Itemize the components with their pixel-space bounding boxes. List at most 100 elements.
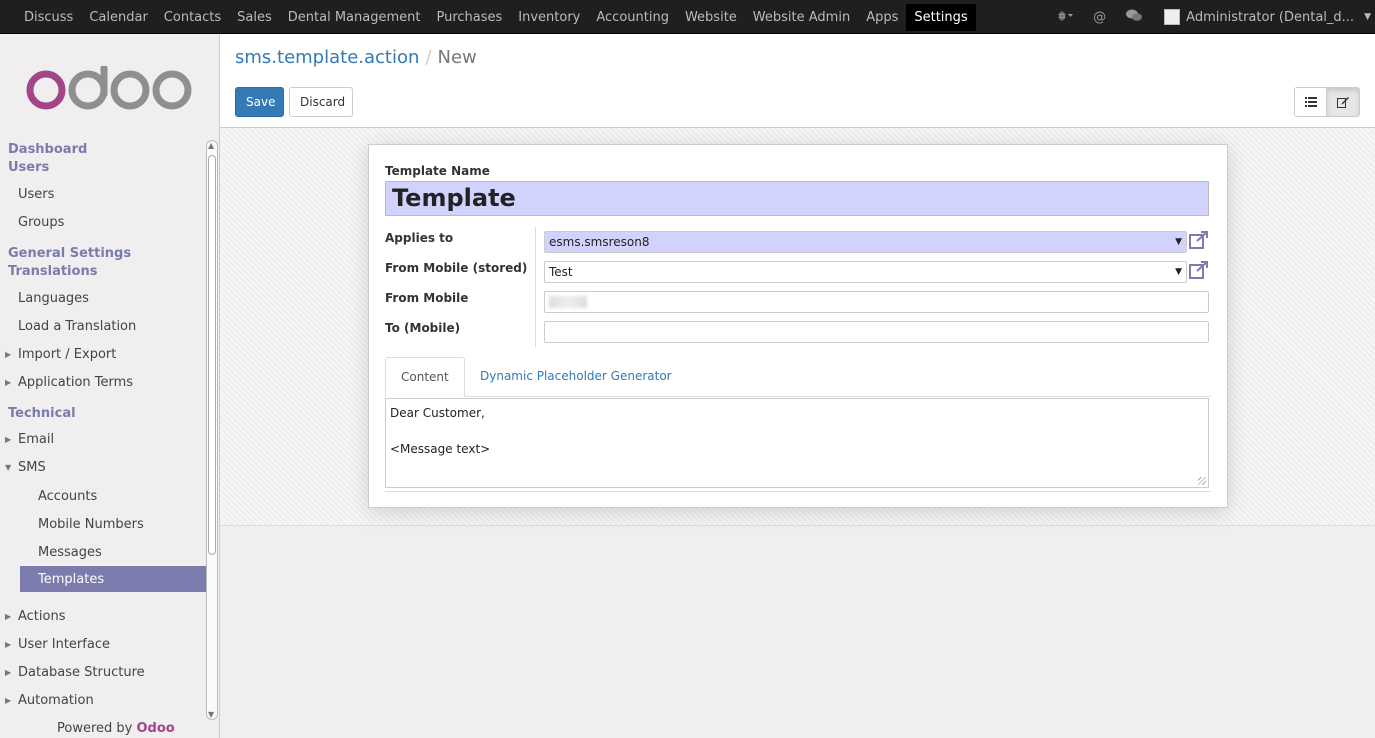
sidebar-item-mobile-numbers[interactable]: Mobile Numbers xyxy=(38,517,144,532)
powered-by-brand[interactable]: Odoo xyxy=(137,721,175,736)
from-mobile-label: From Mobile xyxy=(385,291,469,305)
content-line: Dear Customer, xyxy=(390,406,485,420)
systray: @ Administrator (Dental_d... ▼ xyxy=(1047,0,1375,34)
user-avatar[interactable] xyxy=(1164,9,1181,25)
caret-right-icon: ▶ xyxy=(5,350,12,359)
sidebar-head-users[interactable]: Users xyxy=(8,160,49,175)
from-mobile-stored-value: Test xyxy=(549,265,573,279)
menu-dental-management[interactable]: Dental Management xyxy=(280,4,429,31)
sidebar-head-dashboard[interactable]: Dashboard xyxy=(8,142,87,157)
app-menu: Discuss Calendar Contacts Sales Dental M… xyxy=(16,4,976,31)
to-mobile-input[interactable] xyxy=(544,321,1209,343)
sidebar-head-general-settings[interactable]: General Settings xyxy=(8,246,131,261)
sidebar-item-templates[interactable]: Templates xyxy=(20,566,206,592)
scroll-thumb[interactable] xyxy=(208,155,216,555)
menu-sales[interactable]: Sales xyxy=(229,4,280,31)
template-name-input[interactable]: Template xyxy=(385,181,1209,216)
tab-dynamic-placeholder[interactable]: Dynamic Placeholder Generator xyxy=(465,357,687,397)
sidebar-head-technical[interactable]: Technical xyxy=(8,406,76,421)
user-menu[interactable]: Administrator (Dental_d... xyxy=(1186,10,1354,25)
at-icon[interactable]: @ xyxy=(1093,10,1106,25)
caret-right-icon: ▶ xyxy=(5,668,12,677)
sidebar-item-groups[interactable]: Groups xyxy=(18,215,64,230)
caret-right-icon: ▶ xyxy=(5,378,12,387)
sidebar-item-messages[interactable]: Messages xyxy=(38,545,102,560)
menu-apps[interactable]: Apps xyxy=(858,4,906,31)
menu-purchases[interactable]: Purchases xyxy=(428,4,510,31)
dropdown-caret-icon: ▼ xyxy=(1175,237,1182,247)
redacted-value xyxy=(549,296,587,308)
chat-icon[interactable] xyxy=(1126,9,1143,26)
content-line: <Message text> xyxy=(390,442,491,456)
powered-by-label: Powered by xyxy=(57,721,133,736)
to-mobile-label: To (Mobile) xyxy=(385,321,461,335)
sidebar-item-application-terms[interactable]: Application Terms xyxy=(18,375,133,390)
tab-bottom-border xyxy=(385,491,1211,492)
sidebar-item-database-structure[interactable]: Database Structure xyxy=(18,665,145,680)
breadcrumb-link[interactable]: sms.template.action xyxy=(235,47,419,68)
content-line xyxy=(390,422,1204,440)
form-view-button[interactable] xyxy=(1327,87,1360,117)
dropdown-caret-icon: ▼ xyxy=(1175,267,1182,277)
menu-website[interactable]: Website xyxy=(677,4,745,31)
menu-calendar[interactable]: Calendar xyxy=(81,4,155,31)
menu-inventory[interactable]: Inventory xyxy=(510,4,588,31)
edit-icon xyxy=(1337,97,1349,108)
sidebar-item-load-translation[interactable]: Load a Translation xyxy=(18,319,136,334)
menu-discuss[interactable]: Discuss xyxy=(16,4,81,31)
breadcrumb-separator: / xyxy=(425,47,432,68)
menu-accounting[interactable]: Accounting xyxy=(588,4,677,31)
external-link-icon[interactable] xyxy=(1189,261,1209,281)
control-panel: sms.template.action / New Save Discard xyxy=(220,34,1375,128)
from-mobile-input[interactable] xyxy=(544,291,1209,313)
from-mobile-stored-label: From Mobile (stored) xyxy=(385,261,528,275)
list-view-button[interactable] xyxy=(1294,87,1327,117)
breadcrumb-current: New xyxy=(437,47,477,68)
caret-down-icon: ▼ xyxy=(5,463,12,472)
menu-settings[interactable]: Settings xyxy=(906,4,976,31)
bug-icon[interactable] xyxy=(1057,9,1074,25)
external-link-icon[interactable] xyxy=(1189,231,1209,251)
list-icon xyxy=(1304,97,1317,107)
template-name-label: Template Name xyxy=(385,164,490,178)
form-sheet: Template Name Template Applies to esms.s… xyxy=(368,144,1228,508)
caret-right-icon: ▶ xyxy=(5,612,12,621)
applies-to-value: esms.smsreson8 xyxy=(549,235,650,249)
menu-contacts[interactable]: Contacts xyxy=(156,4,229,31)
discard-button[interactable]: Discard xyxy=(289,87,353,117)
applies-to-label: Applies to xyxy=(385,231,454,245)
menu-website-admin[interactable]: Website Admin xyxy=(745,4,858,31)
notebook-tabs: Content Dynamic Placeholder Generator xyxy=(385,357,1211,397)
view-switcher xyxy=(1294,87,1360,117)
sidebar-item-actions[interactable]: Actions xyxy=(18,609,66,624)
from-mobile-stored-select[interactable]: Test ▼ xyxy=(544,261,1187,283)
sidebar-head-translations[interactable]: Translations xyxy=(8,264,97,279)
sidebar-item-languages[interactable]: Languages xyxy=(18,291,89,306)
content-textarea[interactable]: Dear Customer, <Message text> xyxy=(385,398,1209,488)
chevron-down-icon: ▼ xyxy=(1364,12,1371,22)
resize-handle[interactable] xyxy=(1198,477,1206,485)
sidebar-item-automation[interactable]: Automation xyxy=(18,693,94,708)
caret-right-icon: ▶ xyxy=(5,696,12,705)
odoo-logo[interactable] xyxy=(26,64,192,114)
powered-by: Powered by Odoo xyxy=(57,721,175,736)
save-button[interactable]: Save xyxy=(235,87,284,117)
sidebar-item-accounts[interactable]: Accounts xyxy=(38,489,97,504)
tab-content[interactable]: Content xyxy=(385,357,465,397)
top-navbar: Discuss Calendar Contacts Sales Dental M… xyxy=(0,0,1375,34)
sidebar-item-label: Templates xyxy=(38,572,105,587)
applies-to-select[interactable]: esms.smsreson8 ▼ xyxy=(544,231,1187,253)
breadcrumb: sms.template.action / New xyxy=(235,47,477,68)
sidebar-item-import-export[interactable]: Import / Export xyxy=(18,347,116,362)
sidebar-item-users[interactable]: Users xyxy=(18,187,54,202)
field-divider xyxy=(535,227,536,347)
caret-right-icon: ▶ xyxy=(5,640,12,649)
sidebar-item-sms[interactable]: SMS xyxy=(18,460,46,475)
scroll-down-icon[interactable]: ▼ xyxy=(208,710,214,719)
sidebar-item-email[interactable]: Email xyxy=(18,432,54,447)
sidebar-item-user-interface[interactable]: User Interface xyxy=(18,637,110,652)
sidebar: Dashboard Users Users Groups General Set… xyxy=(0,34,220,738)
scroll-up-icon[interactable]: ▲ xyxy=(208,141,214,150)
caret-right-icon: ▶ xyxy=(5,435,12,444)
sidebar-scrollbar[interactable]: ▲ ▼ xyxy=(206,140,218,720)
